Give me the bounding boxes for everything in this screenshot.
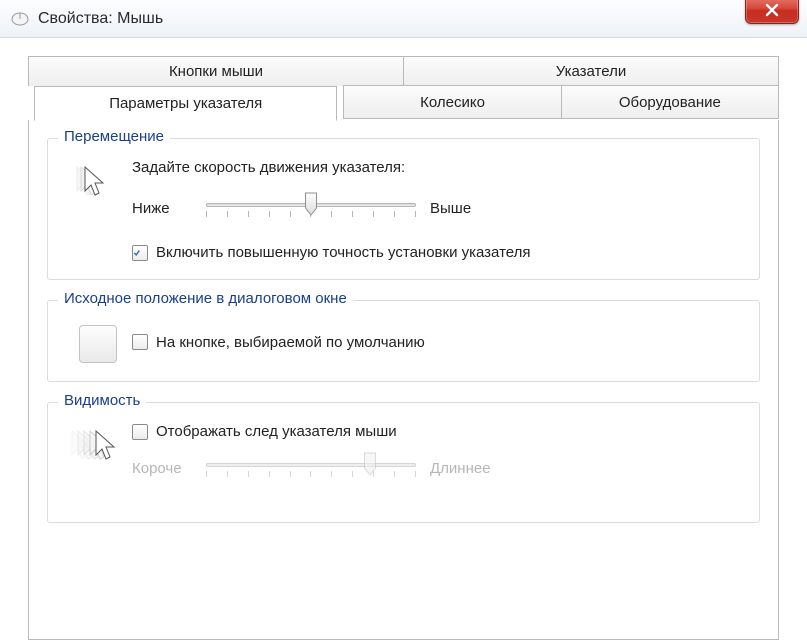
window-title: Свойства: Мышь — [38, 10, 163, 28]
tab-pointers[interactable]: Указатели — [404, 56, 779, 86]
enhance-precision-checkbox[interactable] — [132, 245, 148, 261]
snap-to-checkbox[interactable] — [132, 334, 148, 350]
close-icon — [764, 3, 780, 17]
tab-pointer-options[interactable]: Параметры указателя — [34, 86, 337, 121]
motion-speed-slider[interactable] — [206, 194, 416, 222]
close-button[interactable] — [745, 0, 799, 24]
snap-to-label: На кнопке, выбираемой по умолчанию — [156, 334, 425, 351]
pointer-trails-label: Отображать след указателя мыши — [156, 423, 397, 440]
group-visibility: Видимость Отобр — [47, 402, 760, 523]
tab-row-bottom: Параметры указателя Колесико Оборудовани… — [28, 85, 779, 120]
group-snap: Исходное положение в диалоговом окне На … — [47, 300, 760, 382]
trails-length-slider — [206, 454, 416, 482]
tab-hardware[interactable]: Оборудование — [562, 85, 779, 119]
tab-wheel[interactable]: Колесико — [343, 85, 561, 119]
dialog-body: Кнопки мыши Указатели Параметры указател… — [0, 38, 807, 640]
tab-buttons[interactable]: Кнопки мыши — [28, 56, 404, 86]
snap-to-icon — [79, 325, 117, 363]
group-visibility-legend: Видимость — [58, 392, 146, 409]
motion-instruction: Задайте скорость движения указателя: — [132, 159, 743, 176]
group-motion-legend: Перемещение — [58, 128, 170, 145]
mouse-icon — [10, 11, 30, 27]
tab-row-top: Кнопки мыши Указатели — [28, 56, 779, 86]
titlebar: Свойства: Мышь — [0, 0, 807, 38]
trails-icon — [64, 423, 132, 469]
trails-long-label: Длиннее — [430, 460, 490, 477]
tab-panel: Перемещение Задайте скорость движения ук… — [28, 120, 779, 640]
motion-cursor-icon — [64, 159, 132, 205]
group-motion: Перемещение Задайте скорость движения ук… — [47, 138, 760, 280]
trails-short-label: Короче — [132, 460, 192, 477]
enhance-precision-label: Включить повышенную точность установки у… — [156, 244, 531, 261]
motion-slow-label: Ниже — [132, 200, 192, 217]
group-snap-legend: Исходное положение в диалоговом окне — [58, 290, 353, 307]
pointer-trails-checkbox[interactable] — [132, 424, 148, 440]
motion-fast-label: Выше — [430, 200, 490, 217]
